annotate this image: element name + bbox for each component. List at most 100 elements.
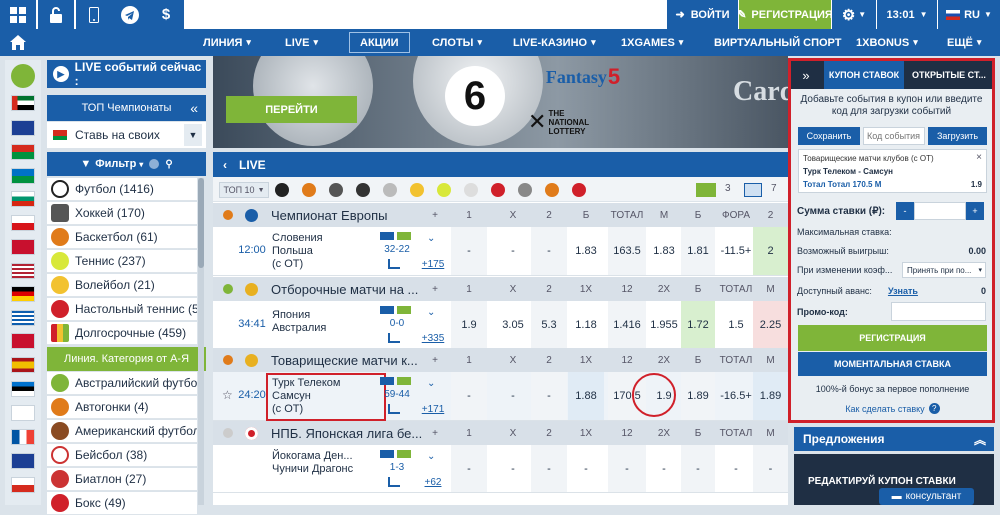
language-selector[interactable]: RU ▼ xyxy=(938,0,1000,29)
odds-cell[interactable]: - xyxy=(451,445,487,492)
odds-cell[interactable]: - xyxy=(608,445,646,492)
odds-cell[interactable]: 1.5 xyxy=(716,301,756,349)
odds-cell[interactable]: - xyxy=(568,445,604,492)
denmark-flag-icon[interactable] xyxy=(11,239,35,255)
telegram-icon[interactable] xyxy=(112,0,148,29)
live-now-button[interactable]: ▶ LIVE событий сейчас : xyxy=(47,60,206,88)
france-flag-icon[interactable] xyxy=(11,429,35,445)
how-to-bet-link[interactable]: Как сделать ставку ? xyxy=(798,403,987,414)
odds-cell[interactable]: 1.83 xyxy=(568,227,604,275)
windows-icon[interactable] xyxy=(0,0,36,29)
chevron-down-icon[interactable]: ⌄ xyxy=(427,378,435,389)
nav-promo[interactable]: АКЦИИ xyxy=(349,32,410,53)
line-category-header[interactable]: Линия. Категория от А-Я xyxy=(47,347,206,371)
chevron-down-icon[interactable]: ⌄ xyxy=(427,451,435,462)
odds-cell[interactable]: -16.5+ xyxy=(716,372,756,420)
match-teams[interactable]: Япония Австралия xyxy=(272,309,326,335)
sport-item-volleyball[interactable]: Волейбол (21) xyxy=(47,274,197,297)
consultant-button[interactable]: ▬ консультант xyxy=(879,488,974,505)
nav-line[interactable]: ЛИНИЯ ▾ xyxy=(203,29,251,56)
top-championships-header[interactable]: ТОП Чемпионаты « xyxy=(47,95,206,121)
sport-filter-icon[interactable] xyxy=(356,183,370,197)
home-icon[interactable] xyxy=(10,29,34,56)
nav-live[interactable]: LIVE ▾ xyxy=(285,29,318,56)
uk-flag-icon[interactable] xyxy=(11,453,35,469)
table-row[interactable]: 12:00 Словения Польша (с ОТ) 32-22 ⌄ +175- - -1.… xyxy=(213,227,788,276)
register-button[interactable]: ✎ РЕГИСТРАЦИЯ xyxy=(737,0,833,29)
nav-1xgames[interactable]: 1XGAMES ▾ xyxy=(621,29,683,56)
table-row[interactable]: Йокогама Ден... Чуничи Драгонс 1-3 ⌄ +62- - - -… xyxy=(213,445,788,493)
sport-filter-icon[interactable] xyxy=(275,183,289,197)
odds-cell[interactable]: 1.72 xyxy=(681,301,715,349)
chevron-down-icon[interactable]: ⌄ xyxy=(427,233,435,244)
load-button[interactable]: Загрузить xyxy=(928,127,987,145)
more-bets-link[interactable]: +175 xyxy=(419,257,447,271)
field-icon[interactable] xyxy=(696,183,716,197)
event-code-input[interactable] xyxy=(863,127,925,145)
england-flag-icon[interactable] xyxy=(11,333,35,349)
odds-cell[interactable]: 3.05 xyxy=(495,301,531,349)
sport-item-hockey[interactable]: Хоккей (170) xyxy=(47,202,197,225)
sport-item-football[interactable]: Футбол (1416) xyxy=(47,178,197,201)
offers-header[interactable]: Предложения ︽ xyxy=(794,427,994,451)
odds-cell[interactable]: 1.18 xyxy=(568,301,604,349)
sport-item-long-term[interactable]: Долгосрочные (459) xyxy=(47,322,197,345)
odds-cell[interactable]: 2.25 xyxy=(753,301,788,349)
sport-filter-icon[interactable] xyxy=(410,183,424,197)
instant-bet-button[interactable]: МОМЕНТАЛЬНАЯ СТАВКА xyxy=(798,352,987,376)
sport-item-boxing[interactable]: Бокс (49) xyxy=(47,492,197,515)
chevron-left-icon[interactable]: ‹ xyxy=(223,158,227,172)
match-teams[interactable]: Турк Телеком Самсун (с ОТ) xyxy=(272,377,340,416)
odds-cell[interactable]: - xyxy=(646,445,682,492)
coupon-register-button[interactable]: РЕГИСТРАЦИЯ xyxy=(798,325,987,351)
tab-open-bets[interactable]: ОТКРЫТЫЕ СТ... xyxy=(906,61,992,89)
save-button[interactable]: Сохранить xyxy=(798,127,860,145)
sports-scrollbar[interactable] xyxy=(198,178,204,505)
monitor-icon[interactable] xyxy=(744,183,762,197)
table-row[interactable]: ☆ 24:20 Турк Телеком Самсун (с ОТ) 59-44 ⌄ +171… xyxy=(213,372,788,421)
odds-cell[interactable]: 1.83 xyxy=(646,227,682,275)
match-teams[interactable]: Словения Польша (с ОТ) xyxy=(272,232,323,271)
match-teams[interactable]: Йокогама Ден... Чуничи Драгонс xyxy=(272,450,353,476)
odds-cell[interactable]: 1.88 xyxy=(568,372,604,420)
odds-cell[interactable]: - xyxy=(716,445,756,492)
clock-button[interactable]: 13:01 ▼ xyxy=(877,0,937,29)
more-bets-link[interactable]: +62 xyxy=(419,475,447,489)
filter-bar[interactable]: ▼ Фильтр ▾ ⚲ xyxy=(47,152,206,176)
star-icon[interactable]: ☆ xyxy=(222,388,233,402)
odds-cell[interactable]: - xyxy=(531,445,567,492)
section-header[interactable]: Товарищеские матчи к... +1 X 2 1X 12 2X Б ТОТАЛ М xyxy=(213,348,788,372)
odds-cell[interactable]: - xyxy=(451,227,487,275)
sport-item-tennis[interactable]: Теннис (237) xyxy=(47,250,197,273)
odds-cell[interactable]: 1.89 xyxy=(753,372,788,420)
stats-icon[interactable] xyxy=(388,477,400,487)
spain-flag-icon[interactable] xyxy=(11,357,35,373)
sport-item-motorsport[interactable]: Автогонки (4) xyxy=(47,396,197,419)
odds-cell[interactable]: - xyxy=(495,445,531,492)
stake-input[interactable] xyxy=(914,202,966,220)
nav-virtual-sport[interactable]: ВИРТУАЛЬНЫЙ СПОРТ xyxy=(714,29,841,56)
globe-icon[interactable] xyxy=(11,64,35,88)
finland-flag-icon[interactable] xyxy=(11,405,35,421)
sport-filter-icon[interactable] xyxy=(302,183,316,197)
sport-filter-icon[interactable] xyxy=(329,183,343,197)
sport-filter-icon[interactable] xyxy=(491,183,505,197)
go-button[interactable]: ПЕРЕЙТИ xyxy=(226,96,357,123)
nav-slots[interactable]: СЛОТЫ ▾ xyxy=(432,29,482,56)
usa-flag-icon[interactable] xyxy=(11,263,35,279)
sport-filter-icon[interactable] xyxy=(437,183,451,197)
odds-cell[interactable]: - xyxy=(451,372,487,420)
sport-item-table-tennis[interactable]: Настольный теннис (53) xyxy=(47,298,197,321)
section-header[interactable]: Отборочные матчи на ... +1 X 2 1X 12 2X Б ТОТАЛ М xyxy=(213,277,788,301)
sport-filter-icon[interactable] xyxy=(464,183,478,197)
sport-filter-icon[interactable] xyxy=(518,183,532,197)
stake-stepper[interactable]: - + xyxy=(896,202,984,220)
lock-icon[interactable] xyxy=(38,0,74,29)
stats-icon[interactable] xyxy=(388,259,400,269)
settings-button[interactable]: ⚙ ▼ xyxy=(832,0,876,29)
login-button[interactable]: ➜ ВОЙТИ xyxy=(667,0,738,29)
currency-icon[interactable]: $ xyxy=(148,0,184,29)
odds-cell[interactable]: 1.955 xyxy=(646,301,682,349)
odds-cell[interactable]: 2 xyxy=(753,227,788,275)
nav-1xbonus[interactable]: 1XBONUS ▾ xyxy=(856,29,918,56)
